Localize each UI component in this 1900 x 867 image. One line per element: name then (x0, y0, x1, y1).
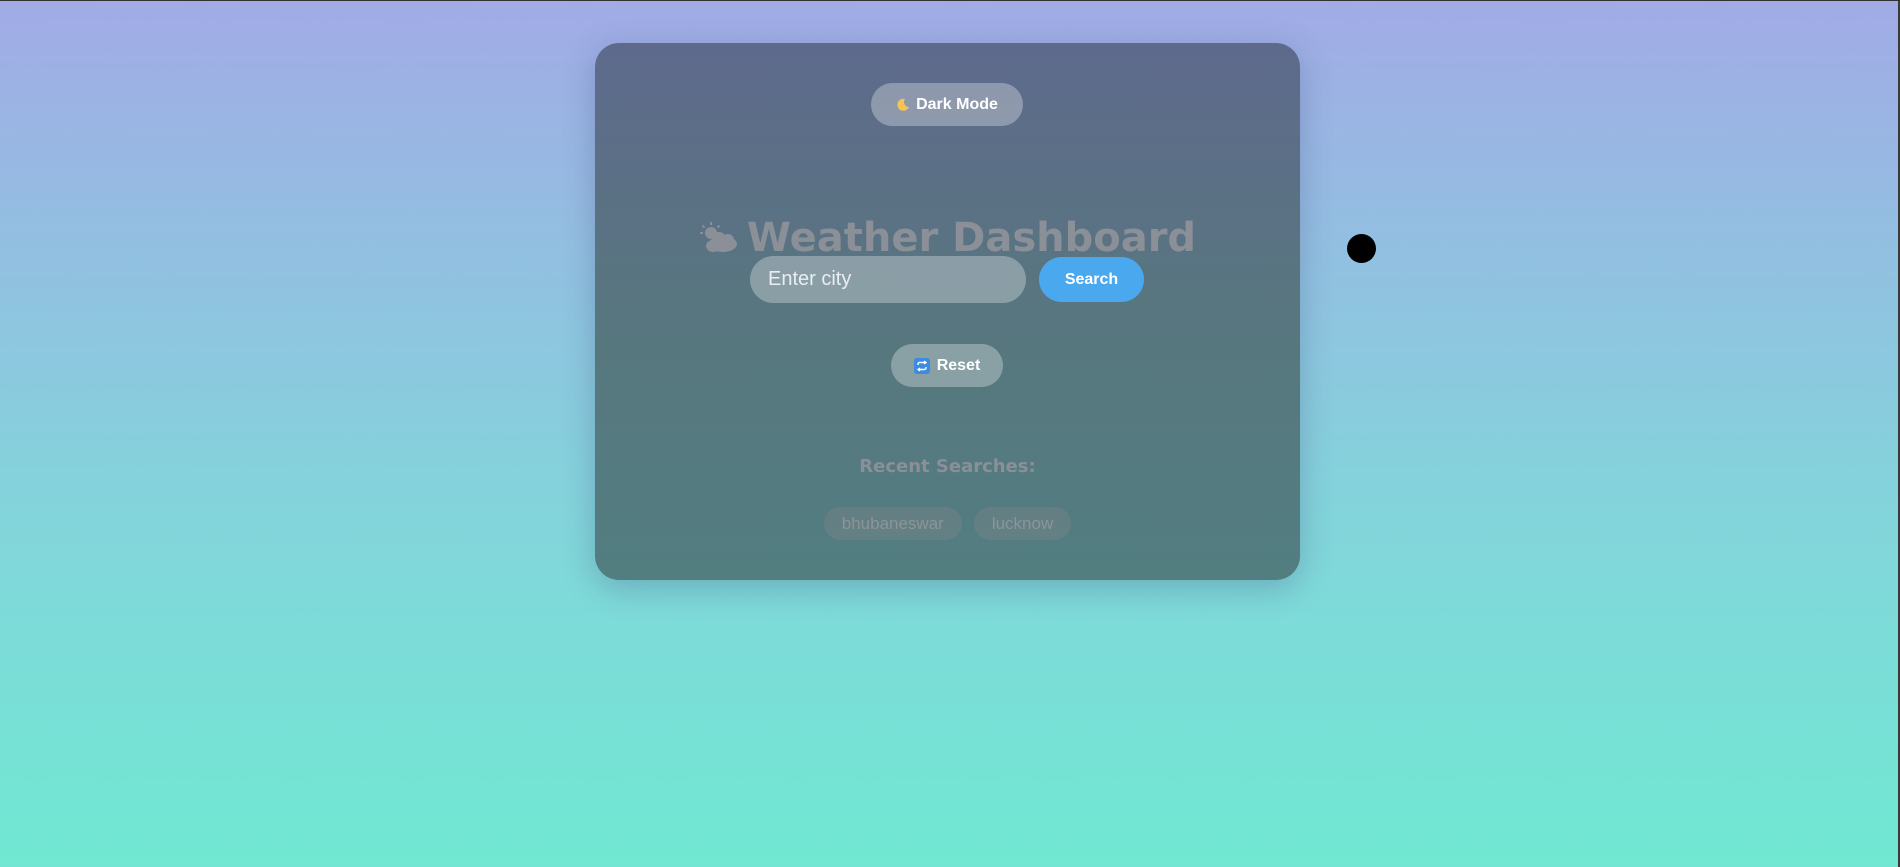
reset-button[interactable]: Reset (891, 344, 1003, 387)
recent-search-item[interactable]: bhubaneswar (823, 507, 962, 540)
repeat-icon (913, 357, 930, 374)
moon-icon (896, 98, 910, 112)
recent-searches-list: bhubaneswar lucknow (595, 507, 1300, 540)
sun-behind-cloud-icon (699, 222, 739, 254)
page-title-text: Weather Dashboard (746, 215, 1197, 261)
search-button[interactable]: Search (1039, 257, 1144, 302)
page-title: Weather Dashboard (595, 215, 1300, 261)
search-button-label: Search (1064, 270, 1119, 288)
dark-mode-label: Dark Mode (916, 95, 998, 113)
city-search-input[interactable] (750, 256, 1026, 303)
cursor-dot (1347, 234, 1376, 263)
recent-searches-heading: Recent Searches: (859, 456, 1036, 477)
dark-mode-button[interactable]: Dark Mode (871, 83, 1023, 126)
recent-search-label: bhubaneswar (841, 513, 944, 533)
recent-search-label: lucknow (991, 513, 1054, 533)
reset-label: Reset (936, 356, 981, 374)
weather-card: Dark Mode Weather Dashboard Searc (595, 43, 1300, 580)
recent-search-item[interactable]: lucknow (973, 507, 1072, 540)
